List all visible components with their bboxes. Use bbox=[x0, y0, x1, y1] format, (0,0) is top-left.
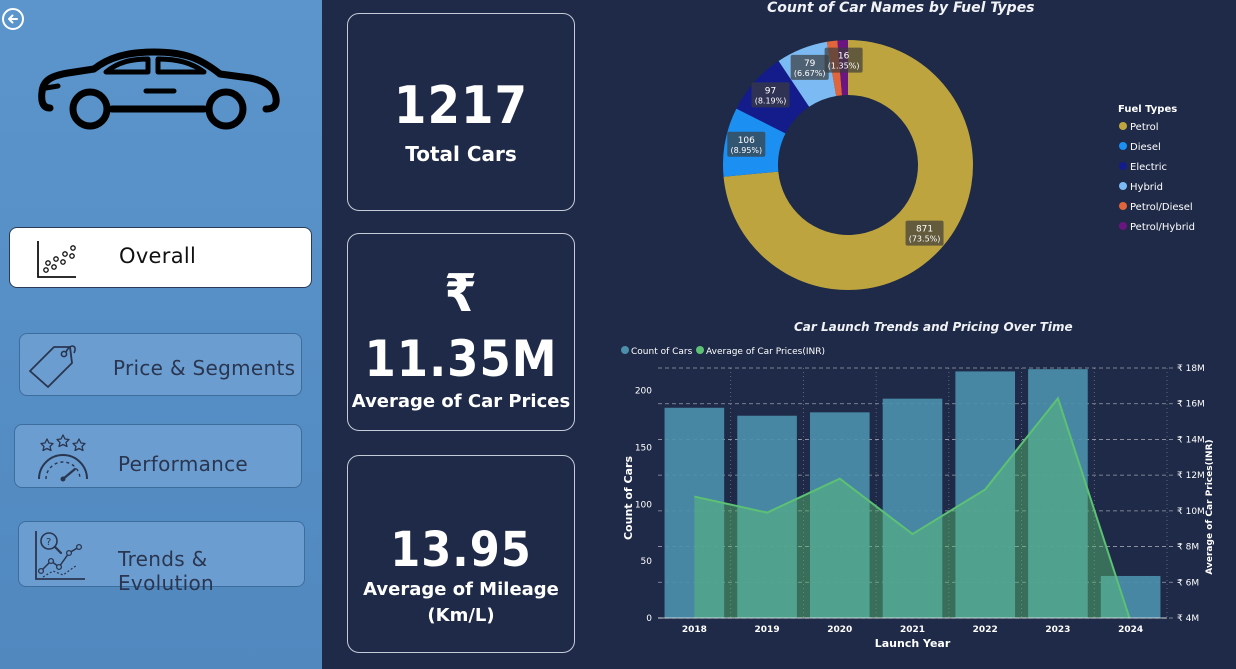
donut-data-label-value: 97 bbox=[765, 86, 776, 96]
combo-y2-tick-label: ₹ 16M bbox=[1177, 400, 1205, 410]
donut-data-label-pct: (73.5%) bbox=[909, 235, 941, 244]
donut-data-label: 97(8.19%) bbox=[751, 82, 790, 108]
svg-text:?: ? bbox=[46, 537, 51, 548]
sidebar: Overall Price & Segments Performance ? T… bbox=[0, 0, 322, 669]
donut-chart-title: Count of Car Names by Fuel Types bbox=[767, 0, 1035, 16]
combo-y-tick-label: 150 bbox=[635, 444, 652, 454]
combo-y-tick-label: 50 bbox=[641, 557, 653, 567]
kpi-total-cars-card: 1217 Total Cars bbox=[347, 13, 575, 211]
combo-legend-label: Average of Car Prices(INR) bbox=[706, 347, 825, 357]
donut-data-label-value: 106 bbox=[738, 136, 755, 146]
nav-price-segments-button[interactable]: Price & Segments bbox=[19, 333, 302, 396]
combo-y2-axis-title: Average of Car Prices(INR) bbox=[1205, 439, 1215, 574]
donut-legend-label: Petrol/Diesel bbox=[1130, 202, 1193, 213]
donut-data-label-pct: (8.19%) bbox=[755, 96, 787, 105]
kpi-avg-mileage-label-line2: (Km/L) bbox=[427, 605, 495, 626]
combo-x-tick-label: 2019 bbox=[755, 625, 780, 635]
price-tag-icon bbox=[29, 345, 76, 388]
scatter-chart-icon bbox=[37, 241, 76, 278]
donut-data-label-pct: (8.95%) bbox=[730, 146, 762, 155]
launch-trend-combo-chart: ₹ 4M ₹ 6M ₹ 8M ₹ 10M ₹ 12M ₹ 14M ₹ 16M ₹ 18M 0 50… bbox=[621, 346, 1215, 650]
donut-legend-label: Petrol bbox=[1130, 122, 1159, 133]
combo-x-tick-label: 2022 bbox=[973, 625, 998, 635]
combo-y2-tick-label: ₹ 10M bbox=[1177, 507, 1205, 517]
combo-y2-tick-label: ₹ 8M bbox=[1177, 543, 1199, 553]
arrow-left-icon bbox=[8, 14, 18, 24]
donut-legend-label: Diesel bbox=[1130, 142, 1161, 153]
kpi-total-cars-value: 1217 bbox=[393, 76, 529, 136]
donut-legend-marker bbox=[1119, 222, 1127, 230]
combo-y-tick-label: 100 bbox=[635, 500, 652, 510]
combo-y-tick-label: 0 bbox=[646, 614, 652, 624]
nav-overall-label: Overall bbox=[119, 244, 197, 268]
combo-x-axis-title: Launch Year bbox=[875, 637, 951, 650]
fuel-type-donut-chart: 871(73.5%)106(8.95%)97(8.19%)79(6.67%)16… bbox=[723, 40, 1195, 291]
combo-x-tick-label: 2018 bbox=[682, 625, 707, 635]
donut-legend-marker bbox=[1119, 182, 1127, 190]
donut-data-label-value: 16 bbox=[838, 52, 850, 62]
combo-legend-marker-bars bbox=[621, 346, 629, 354]
kpi-avg-mileage-value: 13.95 bbox=[390, 522, 532, 578]
donut-legend-marker bbox=[1119, 122, 1127, 130]
combo-legend-marker-line bbox=[696, 346, 704, 354]
kpi-avg-mileage-label: Average of Mileage (Km/L) bbox=[348, 577, 574, 629]
donut-data-label: 79(6.67%) bbox=[790, 54, 829, 80]
combo-y2-tick-label: ₹ 6M bbox=[1177, 578, 1199, 588]
kpi-avg-mileage-label-line1: Average of Mileage bbox=[363, 579, 559, 600]
kpi-avg-mileage-card: 13.95 Average of Mileage (Km/L) bbox=[347, 455, 575, 653]
combo-y-tick-label: 200 bbox=[635, 387, 652, 397]
donut-legend-label: Petrol/Hybrid bbox=[1130, 222, 1195, 233]
combo-x-tick-label: 2023 bbox=[1045, 625, 1070, 635]
donut-data-label: 16(1.35%) bbox=[824, 47, 863, 73]
combo-x-tick-label: 2021 bbox=[900, 625, 925, 635]
rupee-icon: ₹ bbox=[444, 264, 478, 324]
donut-legend-marker bbox=[1119, 202, 1127, 210]
car-icon bbox=[38, 48, 280, 130]
nav-trends-evolution-button[interactable]: ? Trends & Evolution bbox=[18, 521, 305, 595]
combo-y2-tick-label: ₹ 4M bbox=[1177, 614, 1199, 624]
combo-x-tick-label: 2024 bbox=[1118, 625, 1143, 635]
donut-legend-label: Electric bbox=[1130, 162, 1167, 173]
donut-data-label-pct: (1.35%) bbox=[828, 62, 860, 71]
trend-analysis-icon: ? bbox=[35, 531, 85, 580]
nav-trends-evolution-label: Trends & Evolution bbox=[118, 547, 214, 595]
nav-performance-button[interactable]: Performance bbox=[14, 424, 302, 488]
speedometer-stars-icon bbox=[38, 434, 88, 482]
donut-legend-marker bbox=[1119, 162, 1127, 170]
donut-data-label-value: 79 bbox=[804, 59, 816, 69]
donut-data-label: 106(8.95%) bbox=[727, 131, 766, 157]
combo-x-tick-label: 2020 bbox=[827, 625, 852, 635]
donut-legend-title: Fuel Types bbox=[1118, 104, 1177, 115]
combo-legend-label: Count of Cars bbox=[631, 347, 693, 357]
combo-chart-title: Car Launch Trends and Pricing Over Time bbox=[794, 320, 1073, 334]
combo-y2-tick-label: ₹ 12M bbox=[1177, 471, 1205, 481]
kpi-avg-price-value: 11.35M bbox=[364, 330, 558, 388]
nav-overall-button[interactable]: Overall bbox=[9, 227, 312, 288]
combo-y-axis-title: Count of Cars bbox=[622, 456, 635, 540]
kpi-total-cars-label: Total Cars bbox=[405, 142, 517, 166]
back-button[interactable] bbox=[2, 8, 24, 30]
donut-data-label-pct: (6.67%) bbox=[794, 69, 826, 78]
combo-y2-tick-label: ₹ 14M bbox=[1177, 435, 1205, 445]
donut-data-label-value: 871 bbox=[916, 225, 933, 235]
combo-y2-tick-label: ₹ 18M bbox=[1177, 364, 1205, 374]
donut-legend-marker bbox=[1119, 142, 1127, 150]
kpi-avg-price-card: ₹ 11.35M Average of Car Prices bbox=[347, 233, 575, 431]
nav-price-segments-label: Price & Segments bbox=[113, 356, 296, 380]
nav-performance-label: Performance bbox=[118, 452, 249, 476]
donut-data-label: 871(73.5%) bbox=[905, 220, 944, 246]
donut-legend-label: Hybrid bbox=[1130, 182, 1163, 193]
kpi-avg-price-label: Average of Car Prices bbox=[351, 391, 571, 412]
